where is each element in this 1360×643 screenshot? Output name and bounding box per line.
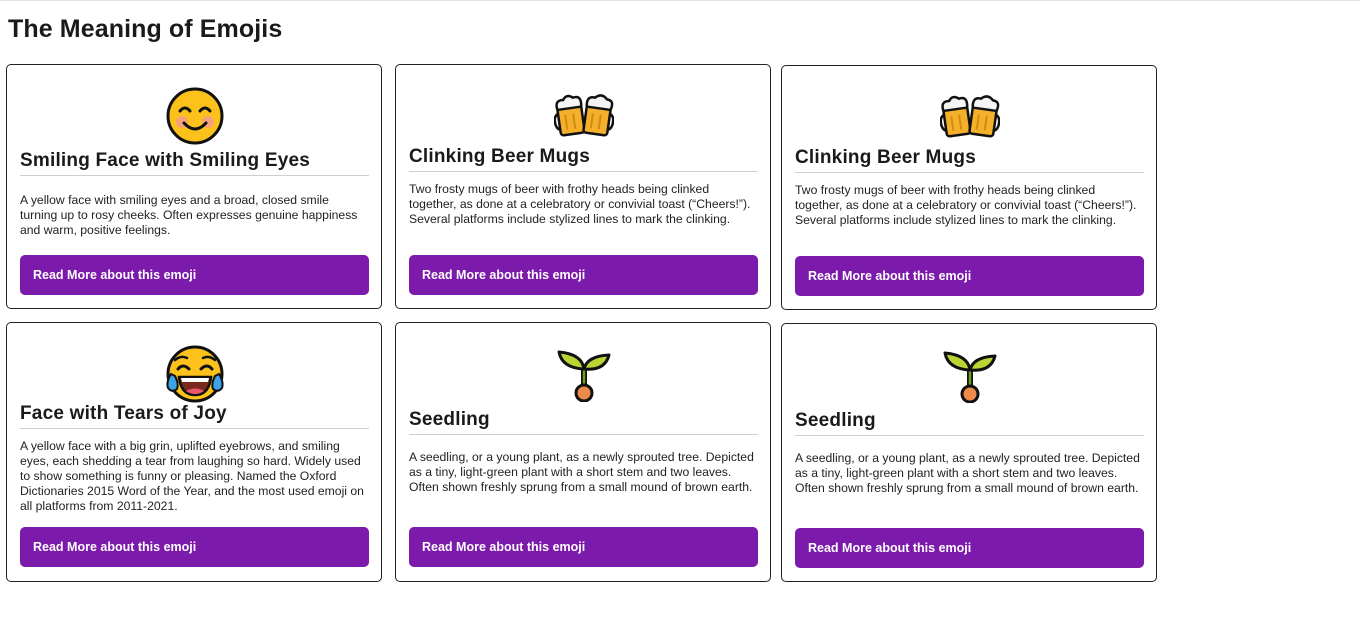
card-description: A seedling, or a young plant, as a newly…: [795, 451, 1140, 495]
read-more-button[interactable]: Read More about this emoji: [409, 255, 758, 295]
read-more-button[interactable]: Read More about this emoji: [795, 256, 1144, 296]
card-title: Clinking Beer Mugs: [409, 146, 758, 172]
emoji-card: Clinking Beer Mugs Two frosty mugs of be…: [781, 65, 1157, 310]
card-description: A yellow face with smiling eyes and a br…: [20, 193, 358, 237]
face-with-tears-of-joy-icon: [166, 345, 224, 403]
smiling-face-with-smiling-eyes-icon: [166, 87, 224, 145]
card-description: A seedling, or a young plant, as a newly…: [409, 450, 754, 494]
emoji-card: Smiling Face with Smiling Eyes A yellow …: [6, 64, 382, 309]
read-more-button[interactable]: Read More about this emoji: [795, 528, 1144, 568]
emoji-card: Face with Tears of Joy A yellow face wit…: [6, 322, 382, 582]
read-more-button[interactable]: Read More about this emoji: [20, 255, 369, 295]
page-title: The Meaning of Emojis: [8, 15, 283, 43]
seedling-icon: [943, 351, 997, 403]
emoji-card: Seedling A seedling, or a young plant, a…: [395, 322, 771, 582]
card-description: A yellow face with a big grin, uplifted …: [20, 439, 364, 513]
card-title: Seedling: [409, 409, 758, 435]
card-title: Seedling: [795, 410, 1144, 436]
card-description: Two frosty mugs of beer with frothy head…: [795, 183, 1137, 227]
emoji-card: Clinking Beer Mugs Two frosty mugs of be…: [395, 64, 771, 309]
emoji-card: Seedling A seedling, or a young plant, a…: [781, 323, 1157, 582]
read-more-button[interactable]: Read More about this emoji: [20, 527, 369, 567]
clinking-beer-mugs-icon: [940, 95, 1000, 138]
card-title: Smiling Face with Smiling Eyes: [20, 150, 369, 176]
top-divider: [0, 0, 1360, 1]
card-title: Face with Tears of Joy: [20, 403, 369, 429]
card-description: Two frosty mugs of beer with frothy head…: [409, 182, 751, 226]
clinking-beer-mugs-icon: [554, 94, 614, 137]
card-title: Clinking Beer Mugs: [795, 147, 1144, 173]
read-more-button[interactable]: Read More about this emoji: [409, 527, 758, 567]
seedling-icon: [557, 350, 611, 402]
